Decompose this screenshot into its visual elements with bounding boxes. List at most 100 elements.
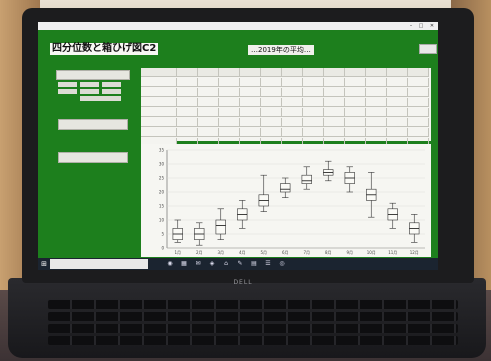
table-cell [324, 98, 345, 107]
table-cell [303, 78, 324, 87]
table-cell [198, 118, 219, 127]
table-cell [261, 108, 282, 117]
table-cell [177, 118, 198, 127]
table-cell [198, 128, 219, 137]
taskbar-pinned-icon[interactable]: ▤ [250, 260, 258, 268]
draw-boxplot-button[interactable] [58, 152, 128, 163]
table-cell [345, 98, 366, 107]
load-data-button[interactable] [56, 70, 130, 80]
close-app-button[interactable] [419, 44, 437, 54]
x-tick-label: 12月 [410, 250, 419, 255]
x-tick-label: 9月 [346, 250, 353, 255]
table-cell [387, 108, 408, 117]
table-cell [240, 118, 261, 127]
table-column-header [141, 68, 177, 77]
table-cell [324, 88, 345, 97]
table-cell [282, 78, 303, 87]
keyboard-row [48, 300, 458, 309]
taskbar-pinned-icon[interactable]: ✉ [194, 260, 202, 268]
laptop-screen: – □ ✕ 四分位数と箱ひげ図C2 …2019年の平均… 0 5 10 15 20 25 3… [38, 22, 438, 270]
table-cell [282, 108, 303, 117]
taskbar-pinned-icon[interactable]: ☰ [264, 260, 272, 268]
table-row-header [141, 98, 177, 107]
month-radio[interactable] [102, 82, 121, 87]
table-cell [345, 78, 366, 87]
month-radio[interactable] [80, 96, 121, 101]
taskbar-search-input[interactable] [50, 259, 148, 269]
table-cell [366, 88, 387, 97]
table-column-header [198, 68, 219, 77]
box [301, 174, 312, 184]
table-column-header [408, 68, 429, 77]
taskbar-pinned-icon[interactable]: ◎ [278, 260, 286, 268]
table-cell [408, 98, 429, 107]
table-cell [345, 118, 366, 127]
taskbar-pinned-icon[interactable]: ◈ [208, 260, 216, 268]
boxplot-chart: 0 5 10 15 20 25 30 35 1月 2月 3月 4月 5月 6月 7月 8月 9月 10月 11月 12… [141, 144, 431, 257]
table-cell [366, 108, 387, 117]
table-cell [177, 98, 198, 107]
table-cell [408, 78, 429, 87]
table-cell [345, 108, 366, 117]
table-cell [408, 128, 429, 137]
app-title: 四分位数と箱ひげ図C2 [50, 43, 159, 55]
show-summary-button[interactable] [58, 119, 128, 130]
table-cell [261, 88, 282, 97]
table-cell [240, 88, 261, 97]
table-column-header [177, 68, 198, 77]
y-tick-label: 15 [159, 204, 165, 209]
close-window-button[interactable]: ✕ [427, 22, 437, 30]
month-radio[interactable] [80, 82, 99, 87]
table-cell [219, 128, 240, 137]
table-cell [282, 98, 303, 107]
taskbar-pinned-icon[interactable]: ✎ [236, 260, 244, 268]
table-cell [177, 88, 198, 97]
x-tick-label: 3月 [217, 250, 224, 255]
keyboard-row [48, 324, 458, 333]
table-cell [387, 118, 408, 127]
table-column-header [282, 68, 303, 77]
table-cell [282, 118, 303, 127]
table-cell [324, 118, 345, 127]
maximize-button[interactable]: □ [416, 22, 426, 30]
table-cell [303, 88, 324, 97]
table-cell [303, 108, 324, 117]
dell-logo: DELL [233, 279, 253, 286]
month-radio[interactable] [58, 89, 77, 94]
month-radio[interactable] [102, 89, 121, 94]
table-column-header [219, 68, 240, 77]
table-cell [219, 98, 240, 107]
table-cell [408, 88, 429, 97]
table-cell [219, 88, 240, 97]
table-cell [261, 128, 282, 137]
taskbar-pinned-icon[interactable]: ◉ [166, 260, 174, 268]
taskbar-pinned-icon[interactable]: ⌂ [222, 260, 230, 268]
table-cell [198, 108, 219, 117]
boxplot-svg: 0 5 10 15 20 25 30 35 1月 2月 3月 4月 5月 6月 7月 8月 9月 10月 11月 12… [159, 148, 425, 255]
x-tick-label: 5月 [260, 250, 267, 255]
table-cell [240, 128, 261, 137]
table-cell [240, 98, 261, 107]
start-button[interactable]: ⊞ [40, 260, 48, 268]
table-cell [387, 128, 408, 137]
table-cell [324, 78, 345, 87]
table-row-header [141, 88, 177, 97]
minimize-button[interactable]: – [406, 22, 416, 30]
table-cell [261, 78, 282, 87]
month-radio[interactable] [58, 82, 77, 87]
table-cell [303, 118, 324, 127]
table-cell [282, 128, 303, 137]
taskbar-pinned-icon[interactable]: ▦ [180, 260, 188, 268]
month-radio[interactable] [80, 89, 99, 94]
table-column-header [324, 68, 345, 77]
table-cell [303, 98, 324, 107]
table-cell [324, 128, 345, 137]
chart-subtitle: …2019年の平均… [248, 45, 314, 55]
laptop-base [8, 278, 486, 358]
table-cell [240, 78, 261, 87]
table-column-header [303, 68, 324, 77]
table-cell [219, 118, 240, 127]
table-cell [282, 88, 303, 97]
table-cell [198, 98, 219, 107]
x-tick-label: 1月 [174, 250, 181, 255]
